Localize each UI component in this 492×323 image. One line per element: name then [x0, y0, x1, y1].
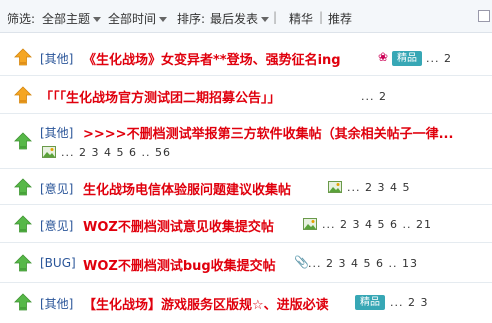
paperclip-icon: 📎 [294, 255, 309, 269]
essence-filter-link[interactable]: 精华 [289, 10, 313, 27]
pinned-thread-icon [14, 86, 32, 104]
thread-category[interactable]: [意见] [40, 217, 73, 234]
pinned-thread-icon [14, 48, 32, 66]
thread-pages[interactable]: ... 2 3 [390, 296, 428, 309]
thread-row[interactable]: 「「「生化战场官方测试团二期招募公告」」 ... 2 [0, 76, 492, 114]
thread-row[interactable]: [其他] 《生化战场》女变异者**登场、强势征名ing ❀ 精品 ... 2 [0, 38, 492, 76]
separator: | [319, 10, 324, 24]
filter-label: 筛选: [7, 12, 36, 26]
thread-category[interactable]: [其他] [40, 50, 73, 67]
sort-dropdown[interactable]: 最后发表 [210, 10, 270, 27]
thread-row[interactable]: [其他] >>>>不删档测试举报第三方软件收集帖（其余相关帖子一律... ...… [0, 114, 492, 169]
thread-title[interactable]: 「「「生化战场官方测试团二期招募公告」」 [40, 87, 281, 106]
thread-category[interactable]: [其他] [40, 295, 73, 312]
chevron-down-icon [261, 17, 270, 22]
jinghua-badge: 精品 [355, 295, 385, 310]
thread-category[interactable]: [意见] [40, 180, 73, 197]
image-attachment-icon [42, 146, 56, 158]
thread-title[interactable]: >>>>不删档测试举报第三方软件收集帖（其余相关帖子一律... [83, 123, 453, 142]
chevron-down-icon [93, 17, 102, 22]
image-attachment-icon [328, 181, 342, 193]
flower-icon: ❀ [378, 50, 389, 64]
thread-title[interactable]: WOZ不删档测试bug收集提交帖 [83, 255, 276, 274]
filter-bar: 筛选: 全部主题 全部时间 排序: 最后发表 | 精华 | 推荐 [0, 0, 492, 33]
recommend-filter-link[interactable]: 推荐 [328, 10, 352, 27]
thread-icon [14, 254, 32, 272]
thread-icon [14, 293, 32, 311]
time-filter-value: 全部时间 [108, 12, 157, 26]
sort-value: 最后发表 [210, 12, 259, 26]
select-checkbox[interactable] [478, 10, 490, 22]
thread-title[interactable]: WOZ不删档测试意见收集提交帖 [83, 216, 274, 235]
thread-title[interactable]: 【生化战场】游戏服务区版规☆、进版必读 [83, 294, 329, 313]
thread-row[interactable]: [意见] WOZ不删档测试意见收集提交帖 ... 2 3 4 5 6 .. 21 [0, 205, 492, 243]
topic-filter-dropdown[interactable]: 全部主题 [42, 10, 102, 27]
separator: | [273, 10, 278, 24]
hot-thread-icon [14, 132, 32, 150]
thread-pages[interactable]: ... 2 [426, 52, 452, 65]
thread-pages[interactable]: ... 2 3 4 5 6 .. 13 [308, 257, 418, 270]
thread-pages[interactable]: ... 2 [361, 90, 387, 103]
thread-icon [14, 178, 32, 196]
time-filter-dropdown[interactable]: 全部时间 [108, 10, 168, 27]
thread-pages[interactable]: ... 2 3 4 5 [347, 181, 410, 194]
thread-icon [14, 215, 32, 233]
thread-row[interactable]: [BUG] WOZ不删档测试bug收集提交帖 📎 ... 2 3 4 5 6 .… [0, 243, 492, 283]
thread-row[interactable]: [其他] 【生化战场】游戏服务区版规☆、进版必读 精品 ... 2 3 [0, 283, 492, 323]
thread-category[interactable]: [BUG] [40, 256, 76, 270]
thread-title[interactable]: 《生化战场》女变异者**登场、强势征名ing [83, 49, 341, 68]
thread-category[interactable]: [其他] [40, 124, 73, 141]
thread-row[interactable]: [意见] 生化战场电信体验服问题建议收集帖 ... 2 3 4 5 [0, 169, 492, 205]
topic-filter-value: 全部主题 [42, 12, 91, 26]
jinghua-badge: 精品 [392, 51, 422, 66]
chevron-down-icon [159, 17, 168, 22]
sort-label: 排序: [177, 12, 206, 26]
thread-pages[interactable]: ... 2 3 4 5 6 .. 56 [61, 146, 171, 159]
thread-title[interactable]: 生化战场电信体验服问题建议收集帖 [83, 179, 291, 198]
thread-pages[interactable]: ... 2 3 4 5 6 .. 21 [322, 218, 432, 231]
image-attachment-icon [303, 218, 317, 230]
